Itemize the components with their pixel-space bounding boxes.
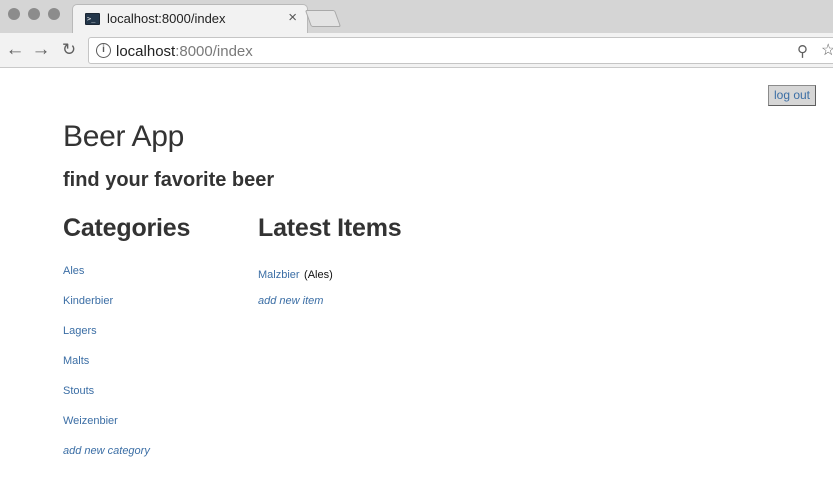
minimize-window-button[interactable] <box>28 8 40 20</box>
logout-button[interactable]: log out <box>768 85 816 106</box>
url-host: localhost <box>116 43 176 60</box>
latest-item-category: (Ales) <box>304 269 333 281</box>
category-link-stouts[interactable]: Stouts <box>63 385 94 397</box>
browser-tab[interactable]: >_ localhost:8000/index × <box>72 4 308 33</box>
forward-arrow-icon[interactable]: → <box>31 40 51 60</box>
new-tab-button[interactable] <box>304 10 342 27</box>
bookmark-star-icon[interactable]: ☆ <box>821 40 833 60</box>
tab-close-icon[interactable]: × <box>288 10 297 26</box>
tab-title: localhost:8000/index <box>107 11 226 26</box>
category-link-lagers[interactable]: Lagers <box>63 325 97 337</box>
category-link-weizenbier[interactable]: Weizenbier <box>63 415 118 427</box>
browser-titlebar: >_ localhost:8000/index × <box>0 0 833 33</box>
info-icon[interactable]: i <box>96 43 111 58</box>
browser-toolbar: ← → ↻ i localhost:8000/index ⚲ ☆ <box>0 33 833 68</box>
latest-items-heading: Latest Items <box>258 214 402 242</box>
category-link-malts[interactable]: Malts <box>63 355 89 367</box>
page-subtitle: find your favorite beer <box>63 169 275 191</box>
latest-item-link[interactable]: Malzbier <box>258 269 300 281</box>
category-link-ales[interactable]: Ales <box>63 265 84 277</box>
address-bar[interactable]: i localhost:8000/index ⚲ ☆ <box>88 37 833 64</box>
reload-icon[interactable]: ↻ <box>59 40 79 60</box>
terminal-favicon-icon: >_ <box>85 13 100 25</box>
zoom-icon[interactable]: ⚲ <box>797 42 808 60</box>
category-link-kinderbier[interactable]: Kinderbier <box>63 295 113 307</box>
url-text[interactable]: localhost:8000/index <box>116 43 253 60</box>
categories-heading: Categories <box>63 214 191 242</box>
page-title: Beer App <box>63 120 185 153</box>
add-item-link[interactable]: add new item <box>258 295 323 307</box>
latest-item-row: Malzbier (Ales) <box>258 265 333 283</box>
maximize-window-button[interactable] <box>48 8 60 20</box>
url-path: :8000/index <box>175 43 253 60</box>
back-arrow-icon[interactable]: ← <box>5 40 25 60</box>
add-category-link[interactable]: add new category <box>63 445 150 457</box>
close-window-button[interactable] <box>8 8 20 20</box>
